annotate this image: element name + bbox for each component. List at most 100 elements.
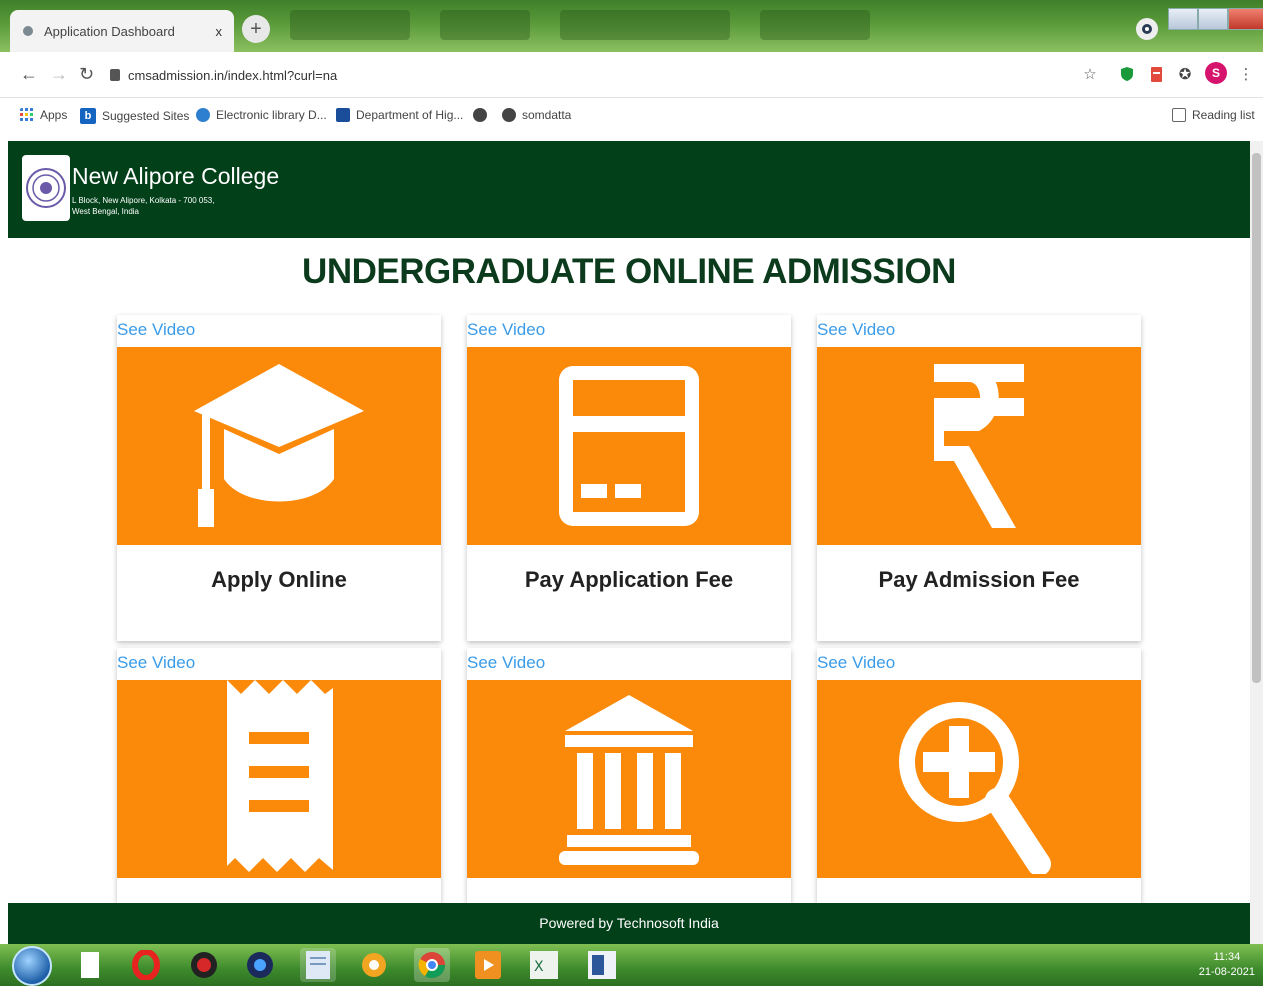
tab-title: Application Dashboard <box>44 23 175 39</box>
rupee-icon <box>934 364 1024 528</box>
card-pay-application-fee[interactable]: See Video Pay Application Fee <box>467 315 791 641</box>
bookmark-label: Electronic library D... <box>216 108 327 122</box>
reload-icon[interactable]: ↻ <box>79 64 94 85</box>
bank-icon <box>559 695 699 865</box>
card-bank[interactable]: See Video <box>467 648 791 903</box>
url-text: cmsadmission.in/index.html?curl=na <box>128 67 338 83</box>
bookmarks-bar: Apps b Suggested Sites Electronic librar… <box>0 98 1263 136</box>
department-icon <box>336 108 350 122</box>
reading-list-icon <box>1172 108 1186 122</box>
browser-titlebar: Application Dashboard x + <box>0 0 1263 52</box>
clock-date: 21-08-2021 <box>1198 966 1255 978</box>
start-button[interactable] <box>12 946 52 986</box>
tab-close-button[interactable]: x <box>216 24 223 39</box>
new-tab-button[interactable]: + <box>242 15 270 43</box>
card-label: Pay Application Fee <box>524 567 734 592</box>
minimize-button[interactable] <box>1168 8 1198 30</box>
address-bar: ← → ↻ cmsadmission.in/index.html?curl=na… <box>0 52 1263 98</box>
card-apply-online[interactable]: See Video Apply Online <box>117 315 441 641</box>
bing-icon: b <box>80 108 96 124</box>
card-label: Apply Online <box>211 567 347 592</box>
file-icon[interactable] <box>72 948 108 982</box>
pdf-extension-icon[interactable] <box>1146 64 1166 84</box>
card-pay-admission-fee[interactable]: See Video Pay Admission Fee <box>817 315 1141 641</box>
footer-text: Powered by Technosoft India <box>539 915 719 931</box>
zoom-in-icon <box>899 702 1051 874</box>
bookmark-label: Suggested Sites <box>102 109 190 123</box>
media-player-icon[interactable] <box>186 948 222 982</box>
back-icon[interactable]: ← <box>20 64 38 85</box>
see-video-link[interactable]: See Video <box>817 653 895 673</box>
card-receipt[interactable]: See Video <box>117 648 441 903</box>
bookmark-blank[interactable] <box>473 108 487 122</box>
os-taskbar: X 11:34 21-08-2021 <box>0 944 1263 986</box>
globe-icon <box>196 108 210 122</box>
college-header: New Alipore College L Block, New Alipore… <box>8 141 1250 238</box>
card-icon-box <box>817 680 1141 878</box>
bookmark-label: somdatta <box>522 108 572 122</box>
see-video-link[interactable]: See Video <box>117 653 195 673</box>
tab-favicon-icon <box>23 26 33 36</box>
globe-icon <box>502 108 516 122</box>
lock-icon <box>110 69 120 81</box>
extensions-puzzle-icon[interactable]: ✪ <box>1175 64 1195 84</box>
graduation-cap-icon <box>194 363 364 527</box>
bookmark-apps[interactable]: Apps <box>20 108 67 122</box>
college-address: L Block, New Alipore, Kolkata - 700 053,… <box>72 195 272 217</box>
see-video-link[interactable]: See Video <box>467 653 545 673</box>
receipt-icon <box>227 680 333 872</box>
settings-app-icon[interactable] <box>356 948 392 982</box>
extension-icon[interactable] <box>1136 18 1158 40</box>
reading-list-button[interactable]: Reading list <box>1172 108 1255 122</box>
bookmark-label: Department of Hig... <box>356 108 464 122</box>
word-icon[interactable] <box>584 948 620 982</box>
card-search[interactable]: See Video <box>817 648 1141 903</box>
bookmark-star-icon[interactable]: ☆ <box>1080 64 1100 84</box>
card-label: Pay Admission Fee <box>878 567 1080 592</box>
close-window-button[interactable] <box>1228 8 1263 30</box>
bookmark-department[interactable]: Department of Hig... <box>336 108 463 122</box>
excel-icon[interactable]: X <box>526 948 562 982</box>
page-title: UNDERGRADUATE ONLINE ADMISSION <box>302 252 956 291</box>
bookmark-suggested-sites[interactable]: b Suggested Sites <box>80 108 189 124</box>
card-icon-box <box>817 347 1141 545</box>
browser-menu-icon[interactable]: ⋮ <box>1236 64 1256 84</box>
college-name: New Alipore College <box>72 163 280 189</box>
college-logo <box>22 155 70 221</box>
media-app-icon[interactable] <box>470 948 506 982</box>
forward-icon[interactable]: → <box>50 64 68 85</box>
titlebar-decoration <box>440 10 530 40</box>
see-video-link[interactable]: See Video <box>817 320 895 340</box>
maximize-button[interactable] <box>1198 8 1228 30</box>
scrollbar-thumb[interactable] <box>1252 153 1261 683</box>
apps-grid-icon <box>20 108 33 121</box>
page-scrollbar[interactable] <box>1250 141 1263 944</box>
credit-card-icon <box>559 366 699 526</box>
url-field[interactable]: cmsadmission.in/index.html?curl=na <box>110 60 1070 90</box>
titlebar-decoration <box>560 10 730 40</box>
svg-text:X: X <box>534 959 544 975</box>
see-video-link[interactable]: See Video <box>117 320 195 340</box>
globe-icon <box>473 108 487 122</box>
titlebar-decoration <box>290 10 410 40</box>
card-icon-box <box>117 347 441 545</box>
opera-icon[interactable] <box>128 948 164 982</box>
card-icon-box <box>467 680 791 878</box>
see-video-link[interactable]: See Video <box>467 320 545 340</box>
titlebar-decoration <box>760 10 870 40</box>
chrome-icon[interactable] <box>414 948 450 982</box>
address-line: West Bengal, India <box>72 207 140 216</box>
card-icon-box <box>117 680 441 878</box>
reading-list-label: Reading list <box>1192 108 1255 122</box>
profile-avatar[interactable]: S <box>1205 62 1227 84</box>
shield-extension-icon[interactable] <box>1117 64 1137 84</box>
app-icon[interactable] <box>242 948 278 982</box>
bookmark-somdatta[interactable]: somdatta <box>502 108 571 122</box>
notepad-icon[interactable] <box>300 948 336 982</box>
page-footer: Powered by Technosoft India <box>8 903 1250 944</box>
card-icon-box <box>467 347 791 545</box>
bookmark-electronic-library[interactable]: Electronic library D... <box>196 108 327 122</box>
system-clock[interactable]: 11:34 21-08-2021 <box>1199 950 1255 980</box>
browser-tab[interactable]: Application Dashboard x <box>10 10 234 52</box>
bookmark-label: Apps <box>40 108 68 122</box>
